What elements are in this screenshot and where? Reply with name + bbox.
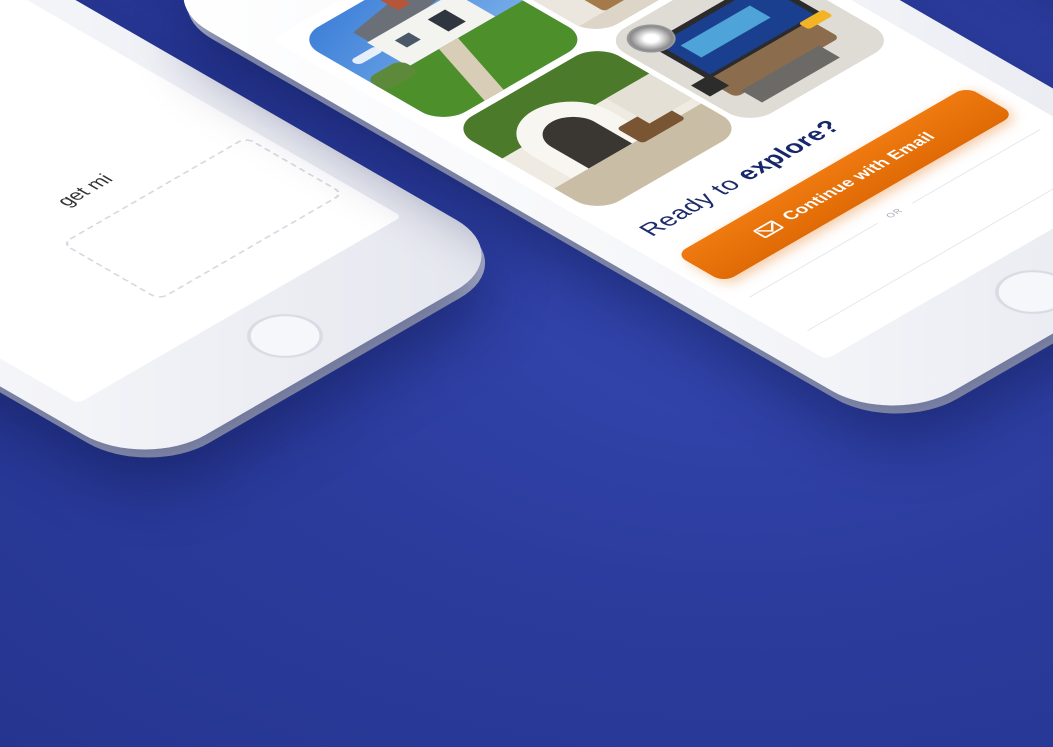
home-button-icon[interactable] (231, 305, 339, 367)
input-field[interactable] (60, 136, 345, 301)
home-button-icon[interactable] (979, 261, 1053, 323)
or-label: OR (883, 206, 906, 220)
mail-icon (751, 219, 785, 239)
mockup-stage: get mi + (0, 0, 1053, 747)
partial-text: get mi (52, 171, 119, 210)
